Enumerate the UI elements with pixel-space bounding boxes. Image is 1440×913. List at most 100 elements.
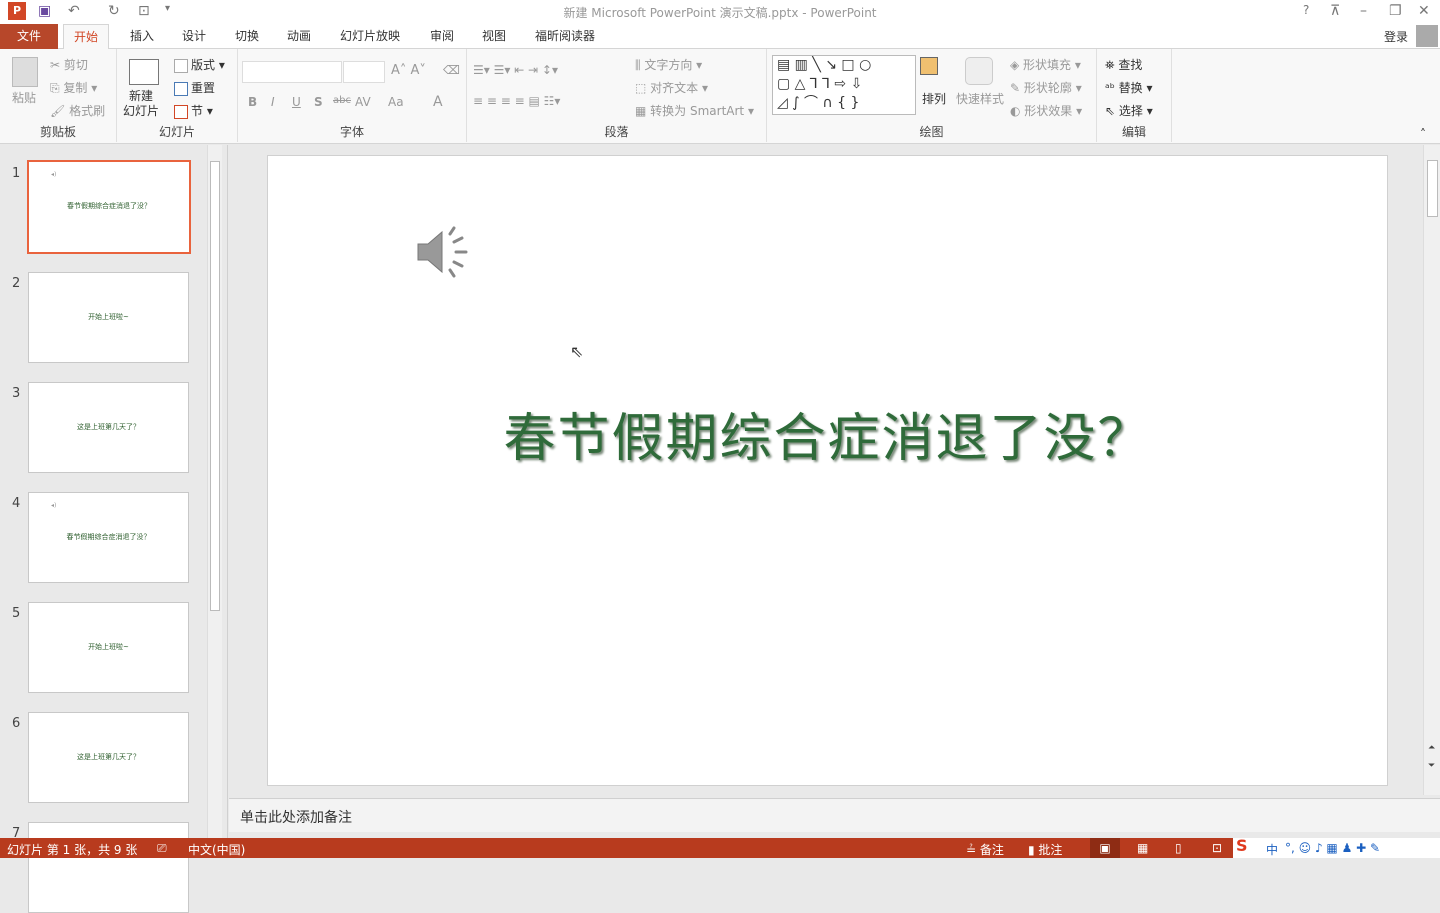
font-name-select[interactable] bbox=[242, 61, 342, 83]
underline-button[interactable]: U bbox=[292, 95, 301, 109]
slide-scrollbar-thumb[interactable] bbox=[1427, 160, 1438, 217]
minimize-button[interactable]: – bbox=[1360, 3, 1367, 19]
signin-link[interactable]: 登录 bbox=[1384, 28, 1408, 45]
list-buttons[interactable]: ☰▾ ☰▾ ⇤ ⇥ ↕▾ bbox=[473, 63, 558, 77]
language-indicator[interactable]: 中文(中国) bbox=[188, 841, 245, 858]
cut-button[interactable]: ✂ 剪切 bbox=[50, 56, 88, 73]
comments-button[interactable]: ▮ 批注 bbox=[1028, 841, 1062, 858]
close-button[interactable]: ✕ bbox=[1418, 3, 1430, 19]
tab-file[interactable]: 文件 bbox=[0, 24, 58, 49]
italic-button[interactable]: I bbox=[271, 95, 275, 109]
slide-thumbnail-text: 开始上班啦~ bbox=[88, 313, 129, 321]
speaker-icon[interactable] bbox=[414, 224, 474, 280]
tab-foxit[interactable]: 福昕阅读器 bbox=[525, 24, 605, 49]
slide-thumbnail[interactable]: 这是上班第几天了？ bbox=[28, 712, 189, 803]
text-direction-button[interactable]: ⫼ 文字方向 ▾ bbox=[635, 56, 702, 73]
tab-animations[interactable]: 动画 bbox=[277, 24, 321, 49]
smartart-button[interactable]: ▦ 转换为 SmartArt ▾ bbox=[635, 102, 754, 119]
restore-button[interactable]: ❐ bbox=[1389, 3, 1402, 19]
font-group: A˄ A˅ ⌫ B I U S abc AV Aa A 字体 bbox=[238, 49, 467, 142]
drawing-label: 绘图 bbox=[919, 125, 944, 139]
reset-button[interactable]: 重置 bbox=[174, 79, 215, 96]
shape-effects-button[interactable]: ◐ 形状效果 ▾ bbox=[1010, 102, 1082, 119]
align-text-button[interactable]: ⬚ 对齐文本 ▾ bbox=[635, 79, 708, 96]
slide-number: 4 bbox=[12, 496, 21, 511]
slide-thumbnail[interactable]: 这是上班第几天了？ bbox=[28, 382, 189, 473]
section-button[interactable]: 节 ▾ bbox=[174, 102, 213, 119]
comments-label: 批注 bbox=[1038, 843, 1063, 857]
ime-tools-icon[interactable]: °, ☺ ♪ ▦ ♟ ✚ ✎ bbox=[1285, 841, 1380, 855]
new-slide-button[interactable]: 新建 幻灯片 bbox=[123, 89, 159, 119]
change-case-button[interactable]: Aa bbox=[388, 95, 404, 109]
cut-label: 剪切 bbox=[63, 58, 88, 72]
slide-sorter-button[interactable]: ▦ bbox=[1137, 841, 1148, 855]
drawing-group: ▤ ▥ ╲ ↘ □ ○ ▢ △ ⅂ ⅂ ⇨ ⇩ ◿ ∫ ⌒ ∩ { } 排列 快速样… bbox=[767, 49, 1097, 142]
clear-format-icon[interactable]: ⌫ bbox=[443, 63, 460, 77]
collapse-ribbon-icon[interactable]: ˄ bbox=[1420, 127, 1426, 141]
char-spacing-button[interactable]: AV bbox=[355, 95, 371, 109]
slide-scrollbar[interactable]: ⏶ ⏷ bbox=[1423, 145, 1440, 795]
layout-label: 版式 bbox=[191, 58, 216, 72]
avatar[interactable] bbox=[1416, 25, 1438, 47]
strikethrough-button[interactable]: abc bbox=[333, 95, 351, 106]
tab-review[interactable]: 审阅 bbox=[420, 24, 464, 49]
shape-outline-button[interactable]: ✎ 形状轮廓 ▾ bbox=[1010, 79, 1082, 96]
find-button[interactable]: ⛯ 查找 bbox=[1105, 56, 1142, 73]
slide-thumbnail[interactable] bbox=[28, 822, 189, 913]
thumbnails-scrollbar[interactable] bbox=[207, 145, 222, 838]
next-slide-icon[interactable]: ⏷ bbox=[1428, 761, 1435, 771]
new-slide-icon bbox=[129, 59, 159, 85]
paste-icon bbox=[12, 57, 38, 87]
tab-view[interactable]: 视图 bbox=[472, 24, 516, 49]
reading-view-button[interactable]: ▯ bbox=[1175, 841, 1182, 855]
window-title: 新建 Microsoft PowerPoint 演示文稿.pptx - Powe… bbox=[563, 6, 877, 20]
tab-insert[interactable]: 插入 bbox=[120, 24, 164, 49]
layout-button[interactable]: 版式 ▾ bbox=[174, 56, 225, 73]
replace-button[interactable]: ᵃᵇ 替换 ▾ bbox=[1105, 79, 1153, 96]
shapes-gallery[interactable]: ▤ ▥ ╲ ↘ □ ○ ▢ △ ⅂ ⅂ ⇨ ⇩ ◿ ∫ ⌒ ∩ { } bbox=[772, 55, 916, 115]
select-label: 选择 bbox=[1118, 104, 1143, 118]
tab-home[interactable]: 开始 bbox=[63, 24, 110, 50]
quick-styles-icon bbox=[965, 57, 993, 85]
slideshow-button[interactable]: ⊡ bbox=[1212, 841, 1222, 855]
prev-slide-icon[interactable]: ⏶ bbox=[1428, 743, 1435, 753]
font-color-button[interactable]: A bbox=[433, 94, 443, 110]
quick-styles-button[interactable]: 快速样式 bbox=[956, 90, 1004, 107]
sogou-logo-icon[interactable]: S bbox=[1236, 836, 1248, 855]
reset-label: 重置 bbox=[191, 81, 216, 95]
scrollbar-thumb[interactable] bbox=[210, 161, 220, 611]
paragraph-label: 段落 bbox=[604, 125, 629, 139]
arrange-button[interactable]: 排列 bbox=[922, 90, 946, 107]
copy-button[interactable]: ⎘ 复制 ▾ bbox=[50, 79, 97, 96]
tab-design[interactable]: 设计 bbox=[172, 24, 216, 49]
slide-thumbnail[interactable]: ◂) 春节假期综合症消退了没？ bbox=[28, 492, 189, 583]
normal-view-button[interactable]: ▣ bbox=[1090, 838, 1120, 858]
select-button[interactable]: ⇖ 选择 ▾ bbox=[1105, 102, 1153, 119]
help-button[interactable]: ? bbox=[1303, 3, 1309, 17]
shape-fill-button[interactable]: ◈ 形状填充 ▾ bbox=[1010, 56, 1081, 73]
shadow-button[interactable]: S bbox=[314, 95, 323, 109]
spellcheck-icon[interactable]: ⎚ bbox=[157, 841, 167, 856]
tab-slideshow[interactable]: 幻灯片放映 bbox=[330, 24, 410, 49]
slide-canvas[interactable]: 春节假期综合症消退了没？ bbox=[267, 155, 1388, 786]
ime-toolbar: S 中 °, ☺ ♪ ▦ ♟ ✚ ✎ bbox=[1233, 836, 1440, 858]
slide-thumbnail[interactable]: 开始上班啦~ bbox=[28, 602, 189, 693]
ribbon-display-icon[interactable]: ⊼ bbox=[1330, 3, 1340, 19]
grow-font-icon[interactable]: A˄ A˅ bbox=[391, 63, 426, 78]
slide-title[interactable]: 春节假期综合症消退了没？ bbox=[268, 396, 1387, 471]
tab-transitions[interactable]: 切换 bbox=[225, 24, 269, 49]
copy-label: 复制 bbox=[63, 81, 88, 95]
notes-button[interactable]: ≟ 备注 bbox=[966, 841, 1004, 858]
shape-outline-label: 形状轮廓 bbox=[1023, 81, 1072, 95]
slide-thumbnail[interactable]: ◂) 春节假期综合症消退了没？ bbox=[27, 160, 191, 254]
notes-pane[interactable]: 单击此处添加备注 bbox=[229, 798, 1440, 832]
slide-thumbnail[interactable]: 开始上班啦~ bbox=[28, 272, 189, 363]
paste-button[interactable]: 粘贴 bbox=[12, 89, 36, 106]
align-buttons[interactable]: ≡ ≡ ≡ ≡ ▤ ☷▾ bbox=[473, 94, 560, 108]
font-size-select[interactable] bbox=[343, 61, 385, 83]
format-painter-button[interactable]: 🖌 格式刷 bbox=[50, 102, 105, 119]
slide-thumbnail-text: 开始上班啦~ bbox=[88, 643, 129, 651]
bold-button[interactable]: B bbox=[248, 95, 257, 109]
replace-label: 替换 bbox=[1118, 81, 1143, 95]
ime-mode[interactable]: 中 bbox=[1266, 841, 1278, 858]
